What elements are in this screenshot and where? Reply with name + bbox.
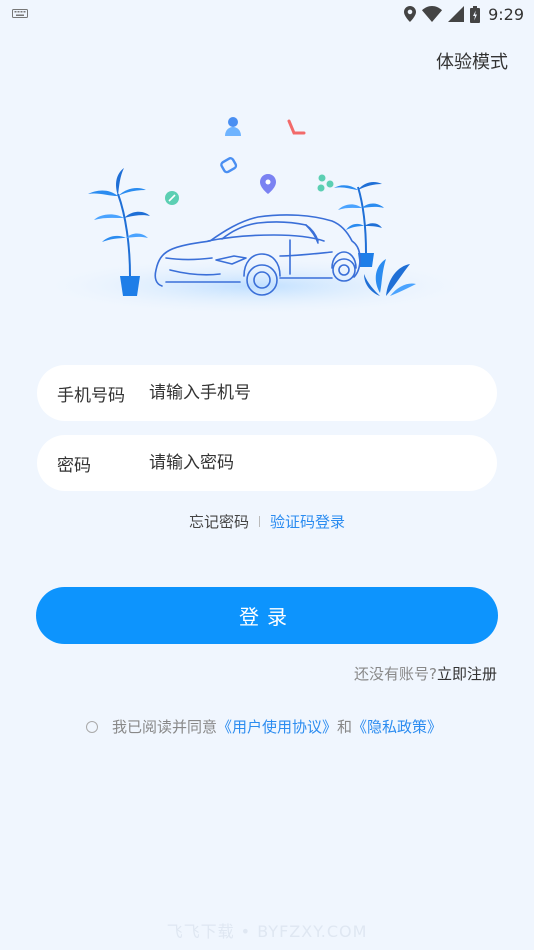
status-time: 9:29 [488, 4, 524, 24]
privacy-policy-link[interactable]: 《隐私政策》 [352, 716, 442, 737]
seat-icon [287, 119, 306, 135]
wifi-icon [422, 6, 443, 22]
car-illustration [45, 117, 465, 314]
user-agreement-link[interactable]: 《用户使用协议》 [217, 716, 337, 737]
agreement-conjunction: 和 [337, 718, 353, 736]
leaf-badge-icon [165, 191, 179, 205]
location-icon [404, 6, 417, 22]
register-row: 还没有账号? 立即注册 [354, 663, 497, 684]
password-input[interactable] [149, 435, 477, 491]
auth-links: 忘记密码 验证码登录 [0, 511, 534, 532]
battery-icon [470, 5, 481, 23]
password-field: 密码 [37, 435, 497, 491]
fan-icon [317, 174, 334, 192]
password-field-label: 密码 [57, 455, 91, 476]
agreement-checkbox[interactable] [86, 720, 98, 733]
watermark: 飞飞下载 • BYFZXY.COM [166, 922, 368, 941]
cell-signal-icon [448, 6, 465, 22]
keyboard-icon [12, 9, 28, 18]
sms-login-link[interactable]: 验证码登录 [270, 511, 345, 532]
login-button[interactable]: 登录 [36, 587, 498, 644]
agreement-row: 我已阅读并同意 《用户使用协议》 和 《隐私政策》 [86, 716, 442, 737]
status-bar: 9:29 [0, 0, 534, 28]
bag-icon [220, 157, 238, 174]
location-pin-icon [260, 174, 276, 194]
forgot-password-link[interactable]: 忘记密码 [189, 511, 249, 532]
agreement-prefix: 我已阅读并同意 [112, 718, 218, 736]
register-prompt: 还没有账号? [354, 665, 437, 683]
phone-input[interactable] [149, 365, 477, 421]
trial-mode-button[interactable]: 体验模式 [436, 48, 508, 74]
phone-field-label: 手机号码 [57, 385, 125, 406]
link-divider [259, 516, 260, 527]
register-link[interactable]: 立即注册 [437, 663, 497, 684]
phone-field: 手机号码 [37, 365, 497, 421]
user-icon [225, 117, 241, 136]
